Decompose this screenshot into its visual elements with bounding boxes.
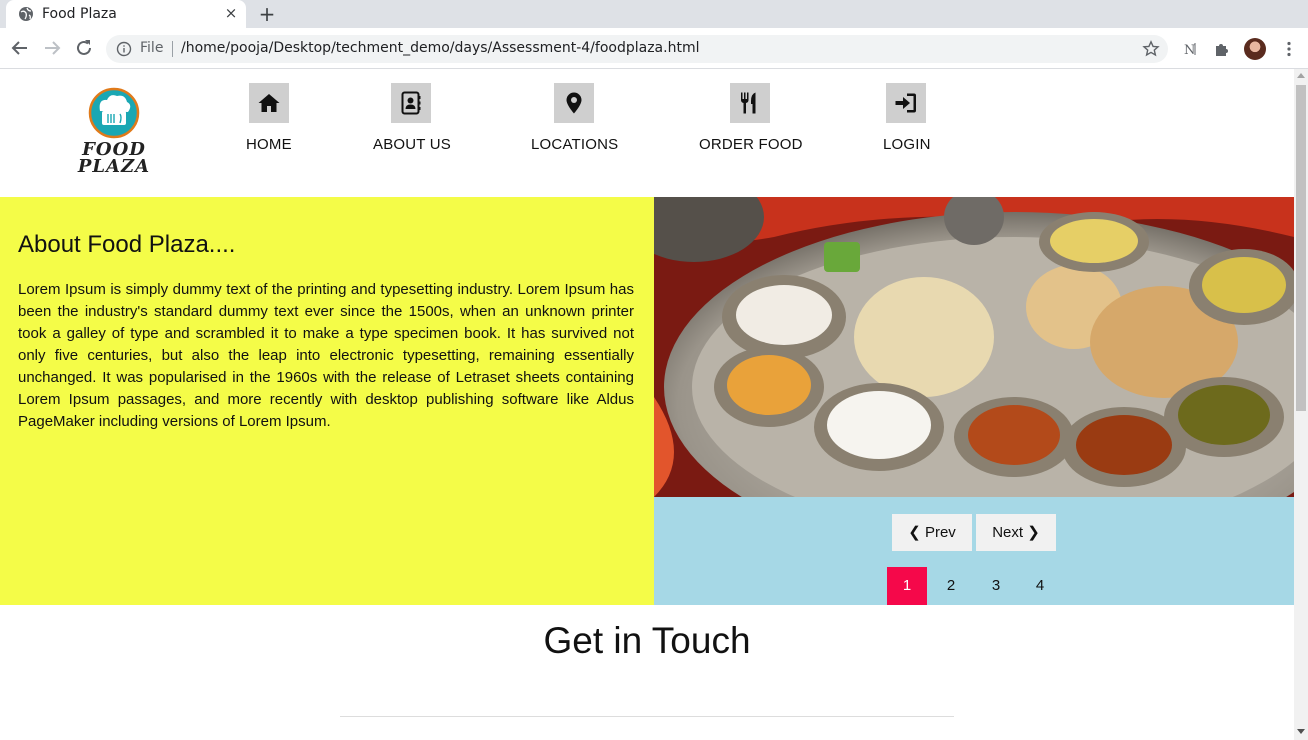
- nav-about-label: ABOUT US: [373, 136, 452, 153]
- extension-n-icon[interactable]: N: [1182, 40, 1200, 58]
- next-button[interactable]: Next ❯: [976, 514, 1056, 551]
- logo-wordmark: FOOD PLAZA: [74, 141, 154, 177]
- site-header: FOOD PLAZA HOME ABOUT US LOCATIONS ORDER…: [0, 69, 1294, 197]
- map-marker-icon: [566, 92, 582, 114]
- address-book-icon: [401, 91, 421, 115]
- contact-heading: Get in Touch: [543, 620, 751, 661]
- slide-dot-1[interactable]: 1: [887, 567, 927, 605]
- thali-food-photo: [654, 197, 1294, 497]
- nav-login-label: LOGIN: [883, 136, 931, 153]
- browser-tab-bar: Food Plaza × +: [0, 0, 1308, 28]
- logo-line-2: PLAZA: [77, 156, 151, 177]
- prev-button[interactable]: ❮ Prev: [892, 514, 972, 551]
- utensils-icon: [741, 92, 756, 114]
- nav-locations-icon-box: [554, 83, 594, 123]
- tab-title: Food Plaza: [42, 6, 117, 22]
- nav-order-icon-box: [730, 83, 770, 123]
- about-heading: About Food Plaza....: [18, 231, 236, 258]
- nav-about-icon-box: [391, 83, 431, 123]
- profile-avatar[interactable]: [1244, 38, 1266, 60]
- scroll-down-arrow-icon[interactable]: [1297, 729, 1305, 734]
- tab-close-icon[interactable]: ×: [222, 4, 240, 22]
- about-section: About Food Plaza.... Lorem Ipsum is simp…: [0, 197, 654, 605]
- image-slider: ❮ Prev Next ❯ 1 2 3 4: [654, 197, 1294, 605]
- page-viewport: FOOD PLAZA HOME ABOUT US LOCATIONS ORDER…: [0, 69, 1294, 740]
- address-bar[interactable]: File /home/pooja/Desktop/techment_demo/d…: [106, 35, 1168, 63]
- new-tab-button[interactable]: +: [256, 3, 278, 25]
- browser-menu-icon[interactable]: [1280, 40, 1298, 58]
- contact-divider: [340, 716, 954, 717]
- nav-order-food[interactable]: ORDER FOOD: [699, 83, 803, 155]
- nav-locations[interactable]: LOCATIONS: [531, 83, 619, 155]
- about-body: Lorem Ipsum is simply dummy text of the …: [18, 281, 634, 430]
- info-icon[interactable]: [116, 41, 132, 57]
- nav-locations-label: LOCATIONS: [531, 136, 619, 153]
- svg-text:N: N: [1184, 43, 1195, 58]
- nav-home-icon-box: [249, 83, 289, 123]
- nav-about-us[interactable]: ABOUT US: [373, 83, 452, 155]
- slide-dot-4[interactable]: 4: [1020, 567, 1060, 605]
- nav-home[interactable]: HOME: [246, 83, 292, 155]
- address-prefix: File: [140, 40, 164, 56]
- scrollbar-thumb[interactable]: [1296, 85, 1306, 411]
- nav-order-label: ORDER FOOD: [699, 136, 803, 153]
- back-arrow-icon[interactable]: [9, 37, 31, 59]
- scroll-up-arrow-icon[interactable]: [1297, 73, 1305, 78]
- page-scrollbar[interactable]: [1294, 69, 1308, 740]
- home-icon: [258, 94, 280, 112]
- nav-home-label: HOME: [246, 136, 292, 153]
- browser-toolbar: File /home/pooja/Desktop/techment_demo/d…: [0, 28, 1308, 69]
- globe-icon: [19, 7, 33, 21]
- address-separator: [172, 41, 173, 57]
- sign-in-icon: [895, 93, 916, 113]
- url-text[interactable]: /home/pooja/Desktop/techment_demo/days/A…: [181, 40, 699, 56]
- bookmark-star-icon[interactable]: [1142, 40, 1160, 58]
- browser-tab[interactable]: Food Plaza ×: [6, 0, 246, 28]
- slide-dot-2[interactable]: 2: [931, 567, 971, 605]
- forward-arrow-icon[interactable]: [41, 37, 63, 59]
- puzzle-extensions-icon[interactable]: [1213, 40, 1231, 58]
- reload-icon[interactable]: [73, 37, 95, 59]
- nav-login-icon-box: [886, 83, 926, 123]
- slide-dot-3[interactable]: 3: [976, 567, 1016, 605]
- nav-login[interactable]: LOGIN: [883, 83, 931, 155]
